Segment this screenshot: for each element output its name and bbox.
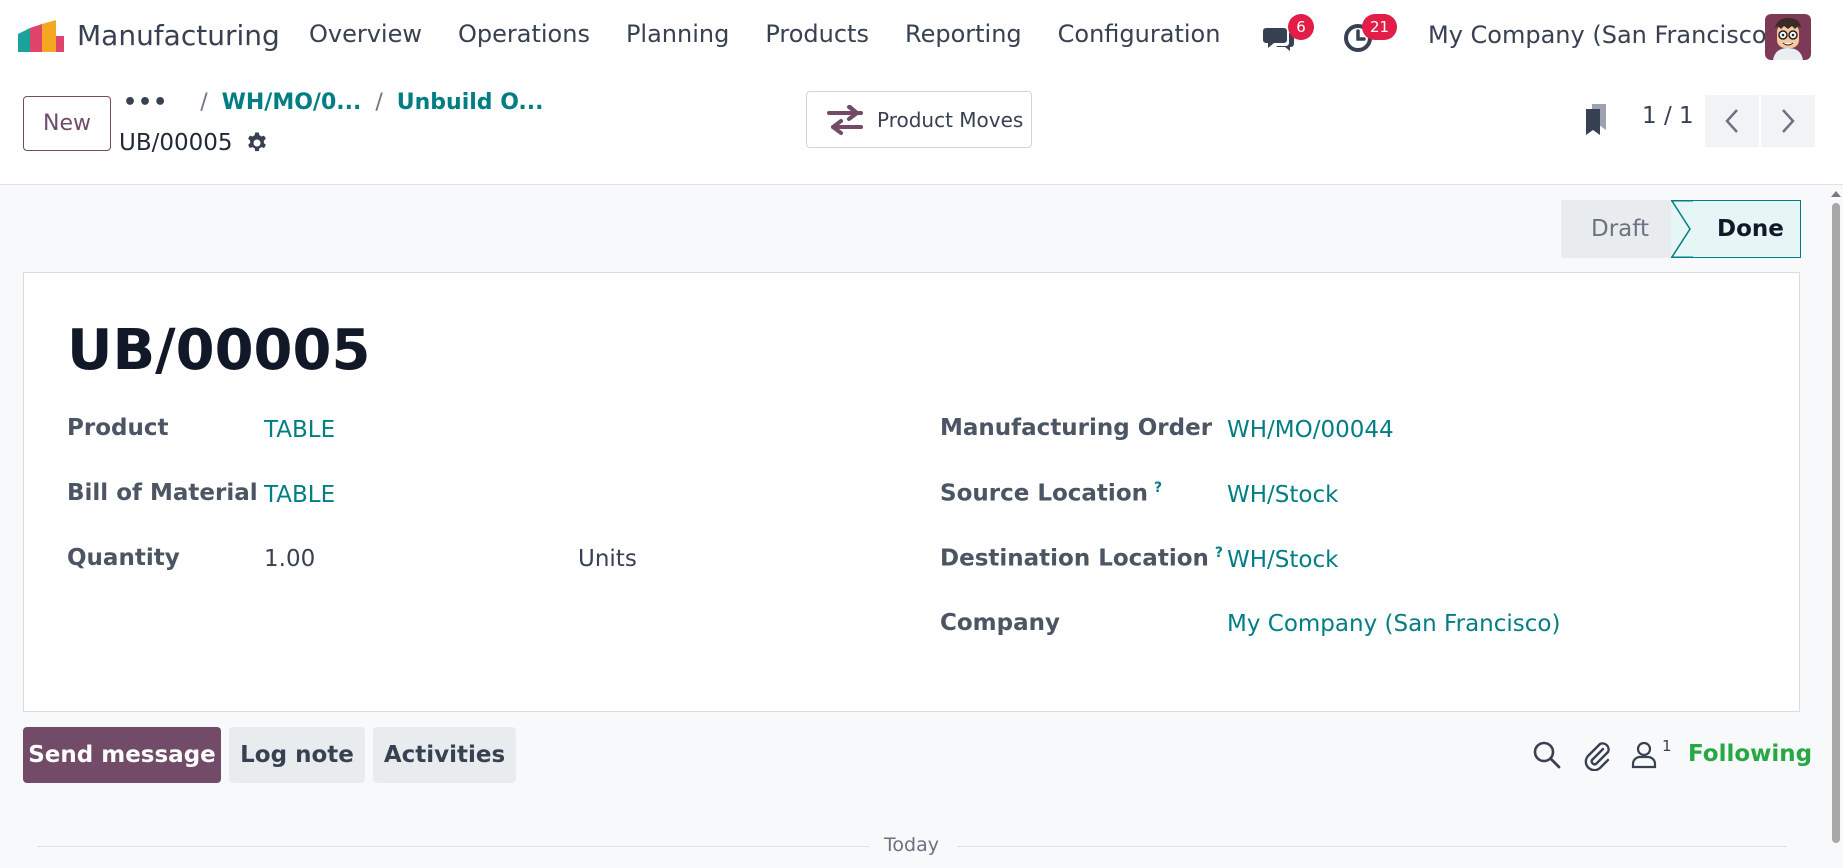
bom-label: Bill of Material <box>67 480 258 506</box>
status-bar: Draft Done <box>1561 200 1801 258</box>
stage-done-arrow <box>1671 200 1693 258</box>
current-record-label: UB/00005 <box>119 130 233 156</box>
top-navbar: Manufacturing Overview Operations Planni… <box>0 0 1843 73</box>
record-title: UB/00005 <box>67 318 371 383</box>
breadcrumb-manufacturing-order[interactable]: WH/MO/0... <box>222 90 362 115</box>
company-label: Company <box>940 610 1060 636</box>
product-moves-button[interactable]: Product Moves <box>806 91 1032 148</box>
company-switcher[interactable]: My Company (San Francisco) <box>1428 21 1776 49</box>
destination-location-help[interactable]: ? <box>1215 545 1223 561</box>
paperclip-icon[interactable] <box>1581 739 1613 771</box>
source-location-label: Source Location? <box>940 480 1162 507</box>
breadcrumb-unbuild-orders[interactable]: Unbuild O... <box>397 90 544 115</box>
bom-field[interactable]: TABLE <box>264 482 335 508</box>
bookmark-icon[interactable] <box>1584 102 1610 136</box>
menu-reporting[interactable]: Reporting <box>905 20 1022 48</box>
app-name[interactable]: Manufacturing <box>77 19 280 52</box>
activities-badge: 21 <box>1362 14 1398 40</box>
chevron-left-icon <box>1725 109 1738 133</box>
avatar[interactable] <box>1765 14 1811 60</box>
form-sheet: UB/00005 Product TABLE Bill of Material … <box>23 272 1800 712</box>
new-button[interactable]: New <box>23 96 111 151</box>
product-moves-label: Product Moves <box>877 107 1024 132</box>
menu-configuration[interactable]: Configuration <box>1058 20 1221 48</box>
menu-products[interactable]: Products <box>765 20 869 48</box>
stage-draft[interactable]: Draft <box>1561 200 1671 258</box>
mo-field[interactable]: WH/MO/00044 <box>1227 417 1394 443</box>
destination-location-field[interactable]: WH/Stock <box>1227 547 1338 573</box>
control-panel: New ••• / WH/MO/0... / Unbuild O... UB/0… <box>0 73 1843 185</box>
chevron-right-icon <box>1782 109 1795 133</box>
source-location-help[interactable]: ? <box>1154 480 1162 496</box>
divider <box>957 846 1787 847</box>
mo-label: Manufacturing Order <box>940 415 1213 441</box>
following-button[interactable]: Following <box>1688 741 1812 767</box>
gear-icon[interactable] <box>245 131 269 155</box>
source-location-field[interactable]: WH/Stock <box>1227 482 1338 508</box>
destination-location-text: Destination Location <box>940 545 1209 572</box>
pager-value[interactable]: 1 / 1 <box>1642 103 1694 129</box>
main-menu: Overview Operations Planning Products Re… <box>309 20 1256 48</box>
menu-overview[interactable]: Overview <box>309 20 422 48</box>
breadcrumb-more[interactable]: ••• <box>123 90 168 115</box>
source-location-text: Source Location <box>940 480 1148 507</box>
company-field[interactable]: My Company (San Francisco) <box>1227 611 1560 637</box>
send-message-button[interactable]: Send message <box>23 727 221 783</box>
quantity-field[interactable]: 1.00 <box>264 546 315 572</box>
followers-icon[interactable] <box>1628 739 1660 771</box>
today-separator: Today <box>884 834 939 856</box>
search-icon[interactable] <box>1531 739 1563 771</box>
record-name: UB/00005 <box>119 130 269 156</box>
follower-count: 1 <box>1662 737 1672 755</box>
transfer-arrows-icon <box>827 104 863 135</box>
menu-operations[interactable]: Operations <box>458 20 590 48</box>
messages-badge: 6 <box>1288 14 1314 40</box>
pager-previous[interactable] <box>1705 95 1759 147</box>
product-label: Product <box>67 415 169 441</box>
product-field[interactable]: TABLE <box>264 417 335 443</box>
uom-field[interactable]: Units <box>578 546 637 572</box>
scroll-up-icon[interactable] <box>1830 190 1842 198</box>
menu-planning[interactable]: Planning <box>626 20 729 48</box>
pager-next[interactable] <box>1761 95 1815 147</box>
quantity-label: Quantity <box>67 545 180 571</box>
app-logo-icon[interactable] <box>16 20 64 54</box>
page-scrollbar[interactable] <box>1832 203 1840 843</box>
log-note-button[interactable]: Log note <box>229 727 365 783</box>
breadcrumb-separator: / <box>375 90 383 115</box>
breadcrumb: ••• / WH/MO/0... / Unbuild O... <box>123 90 543 115</box>
destination-location-label: Destination Location? <box>940 545 1223 572</box>
activities-button[interactable]: Activities <box>373 727 516 783</box>
breadcrumb-separator: / <box>200 90 208 115</box>
divider <box>37 846 869 847</box>
